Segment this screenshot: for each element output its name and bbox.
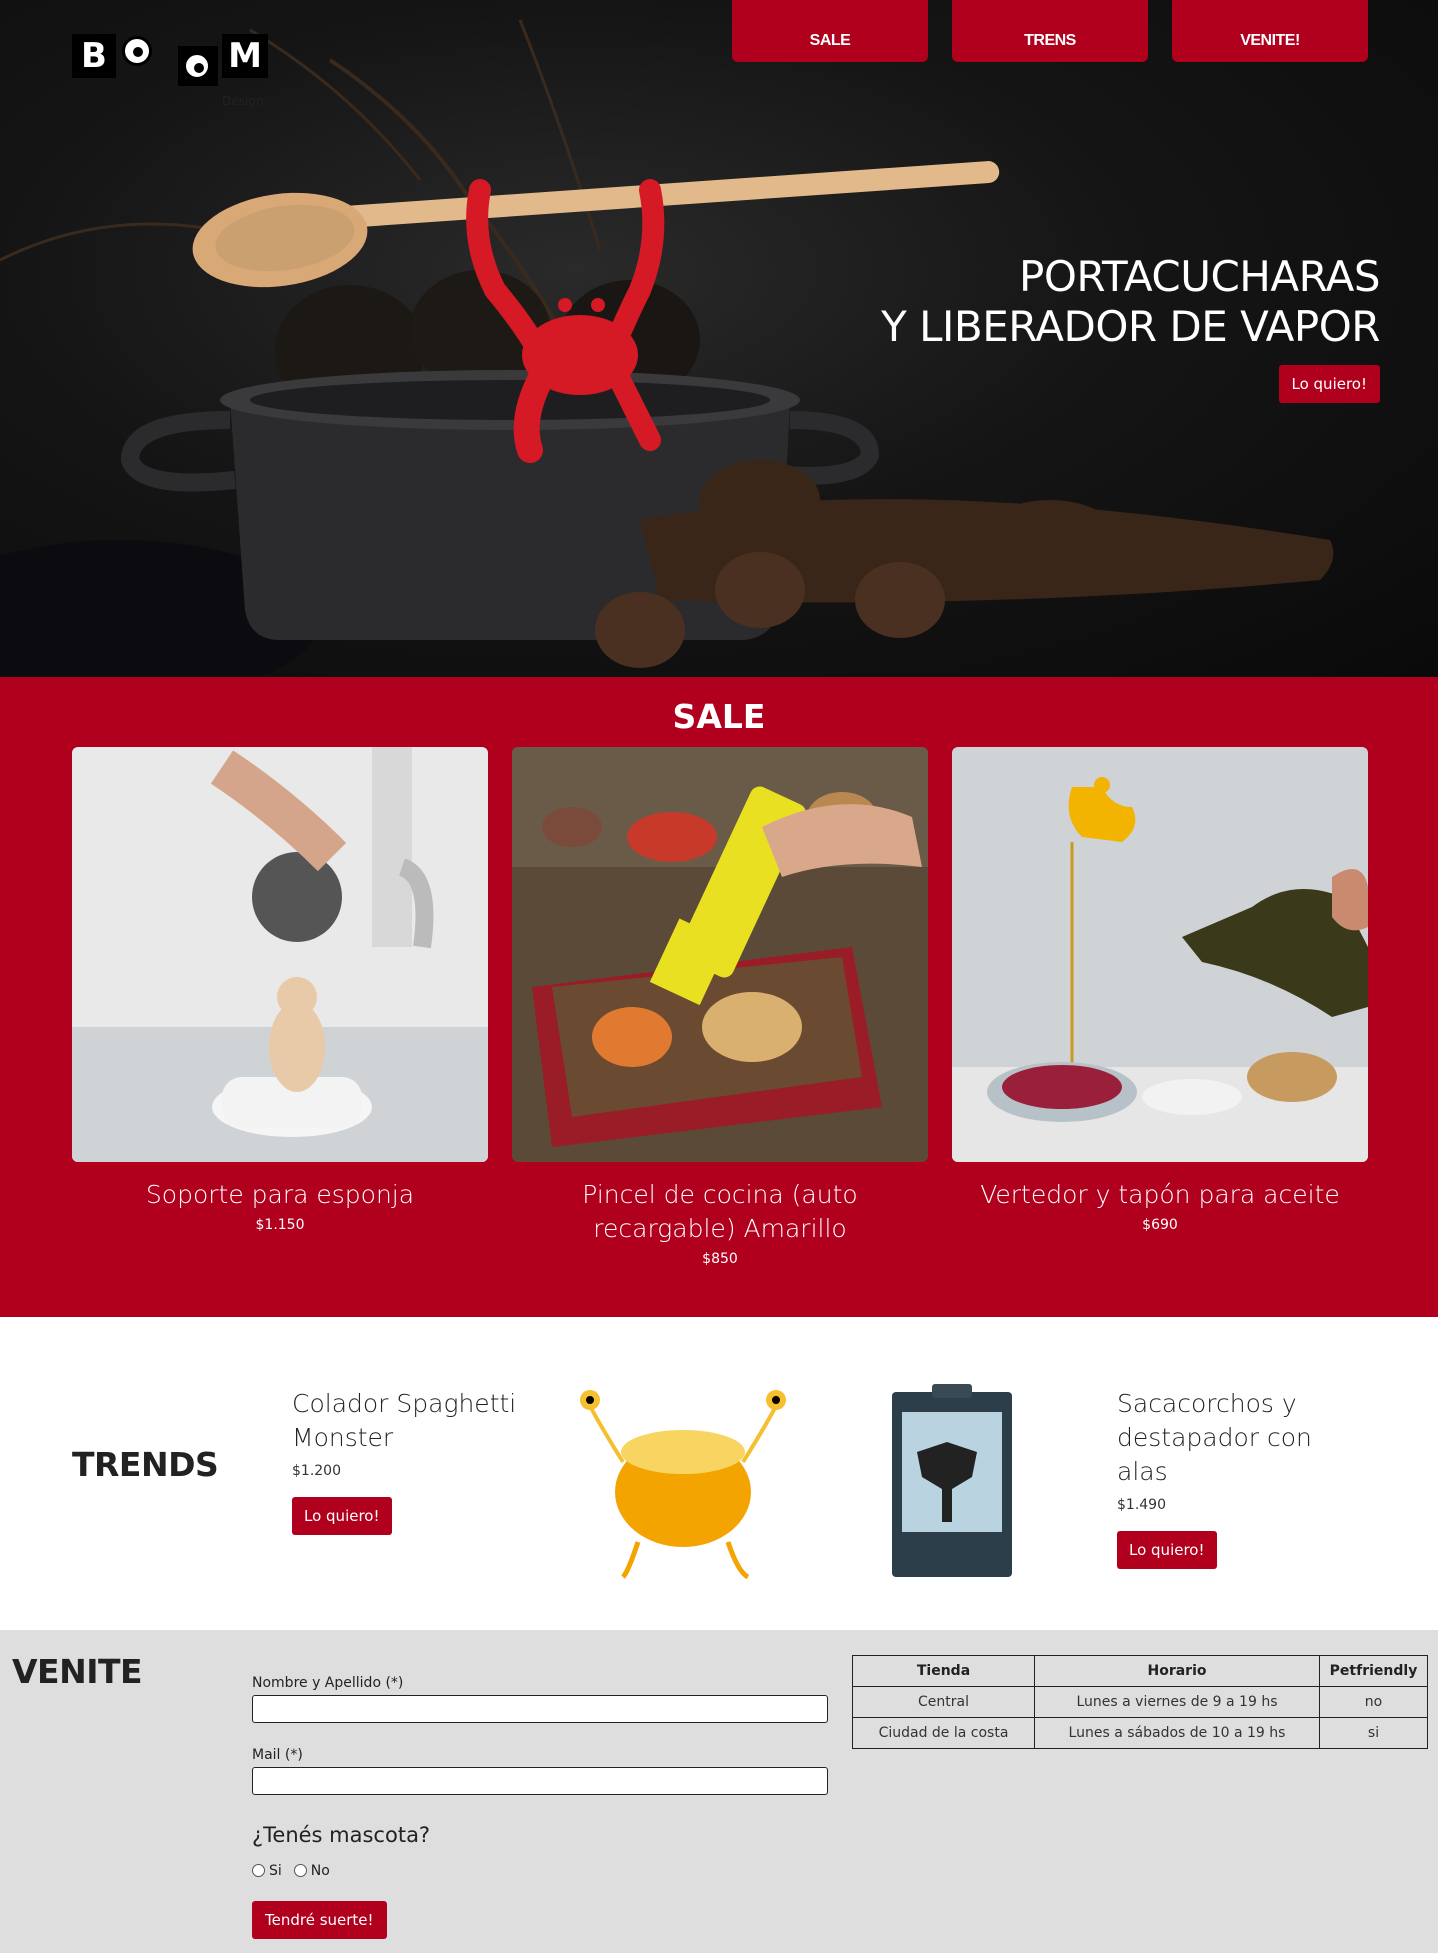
venite-title: VENITE	[12, 1652, 143, 1691]
product-card[interactable]: Vertedor y tapón para aceite $690	[952, 747, 1368, 1233]
logo-eye-icon	[183, 52, 211, 80]
trend-product: Sacacorchos y destapador con alas $1.490…	[1117, 1387, 1367, 1569]
pet-radio-group: Si No	[252, 1863, 828, 1879]
name-label: Nombre y Apellido (*)	[252, 1675, 404, 1691]
table-cell: Central	[852, 1686, 1035, 1718]
brand-logo[interactable]: B M Design	[72, 34, 272, 114]
table-header-row: Tienda Horario Petfriendly	[852, 1655, 1428, 1687]
trend-product-name[interactable]: Sacacorchos y destapador con alas	[1117, 1387, 1367, 1489]
pet-option-si[interactable]: Si	[252, 1863, 282, 1879]
logo-letter-box	[178, 46, 218, 86]
logo-eye-icon	[122, 36, 152, 66]
contact-form: Nombre y Apellido (*) Mail (*) ¿Tenés ma…	[252, 1675, 828, 1939]
pet-option-label: Si	[269, 1863, 282, 1879]
hero-title-line1: PORTACUCHARAS	[1019, 252, 1380, 301]
table-cell: Lunes a viernes de 9 a 19 hs	[1034, 1686, 1320, 1718]
table-row: Ciudad de la costa Lunes a sábados de 10…	[852, 1717, 1428, 1749]
trend-product-name[interactable]: Colador Spaghetti Monster	[292, 1387, 542, 1455]
mail-field[interactable]	[252, 1767, 828, 1795]
product-image[interactable]	[952, 747, 1368, 1162]
product-image[interactable]	[512, 747, 928, 1162]
table-header: Horario	[1034, 1655, 1320, 1687]
trend-product-image[interactable]	[578, 1382, 788, 1582]
table-cell: si	[1319, 1717, 1428, 1749]
product-name[interactable]: Vertedor y tapón para aceite	[952, 1178, 1368, 1212]
product-price: $1.150	[255, 1217, 305, 1233]
table-cell: Lunes a sábados de 10 a 19 hs	[1034, 1717, 1320, 1749]
mail-label: Mail (*)	[252, 1747, 303, 1763]
hero-banner: B M Design SALE TRENS VENITE! PORTACUCHA…	[0, 0, 1438, 677]
product-image[interactable]	[72, 747, 488, 1162]
hero-title-line2: Y LIBERADOR DE VAPOR	[881, 302, 1380, 351]
trends-section: TRENDS Colador Spaghetti Monster $1.200 …	[0, 1317, 1438, 1630]
hero-cta-button[interactable]: Lo quiero!	[1278, 365, 1380, 403]
pet-option-label: No	[310, 1863, 330, 1879]
trend-cta-button[interactable]: Lo quiero!	[1117, 1531, 1217, 1569]
logo-letter: M	[222, 34, 268, 78]
nav-item-sale[interactable]: SALE	[732, 0, 928, 62]
logo-subtitle: Design	[222, 94, 264, 108]
product-card[interactable]: Soporte para esponja $1.150	[72, 747, 488, 1233]
main-nav: SALE TRENS VENITE!	[732, 0, 1368, 62]
product-price: $690	[1142, 1217, 1178, 1233]
radio-icon[interactable]	[293, 1864, 307, 1877]
trends-title: TRENDS	[72, 1445, 219, 1484]
table-header: Tienda	[852, 1655, 1035, 1687]
trend-product-price: $1.200	[292, 1463, 341, 1479]
trend-product-price: $1.490	[1117, 1497, 1166, 1513]
nav-item-trens[interactable]: TRENS	[952, 0, 1148, 62]
trend-product: Colador Spaghetti Monster $1.200 Lo quie…	[292, 1387, 542, 1535]
product-card[interactable]: Pincel de cocina (auto recargable) Amari…	[512, 747, 928, 1267]
trend-product-image[interactable]	[862, 1382, 1032, 1582]
sale-section: SALE Soporte para esponja $1.150 Pincel …	[0, 677, 1438, 1317]
stores-table: Tienda Horario Petfriendly Central Lunes…	[852, 1655, 1428, 1749]
pet-question: ¿Tenés mascota?	[252, 1823, 431, 1847]
venite-section: VENITE Nombre y Apellido (*) Mail (*) ¿T…	[0, 1630, 1438, 1953]
logo-letter: B	[72, 34, 116, 78]
table-header: Petfriendly	[1319, 1655, 1428, 1687]
sale-title: SALE	[672, 697, 766, 736]
trend-cta-button[interactable]: Lo quiero!	[292, 1497, 392, 1535]
name-field[interactable]	[252, 1695, 828, 1723]
hero-title: PORTACUCHARAS Y LIBERADOR DE VAPOR	[881, 252, 1380, 352]
table-row: Central Lunes a viernes de 9 a 19 hs no	[852, 1686, 1428, 1718]
table-cell: no	[1319, 1686, 1428, 1718]
product-name[interactable]: Pincel de cocina (auto recargable) Amari…	[512, 1178, 928, 1246]
submit-button[interactable]: Tendré suerte!	[252, 1901, 387, 1939]
nav-item-venite[interactable]: VENITE!	[1172, 0, 1368, 62]
radio-icon[interactable]	[252, 1864, 265, 1877]
product-price: $850	[702, 1251, 738, 1267]
table-cell: Ciudad de la costa	[852, 1717, 1035, 1749]
pet-option-no[interactable]: No	[293, 1863, 330, 1879]
product-name[interactable]: Soporte para esponja	[72, 1178, 488, 1212]
